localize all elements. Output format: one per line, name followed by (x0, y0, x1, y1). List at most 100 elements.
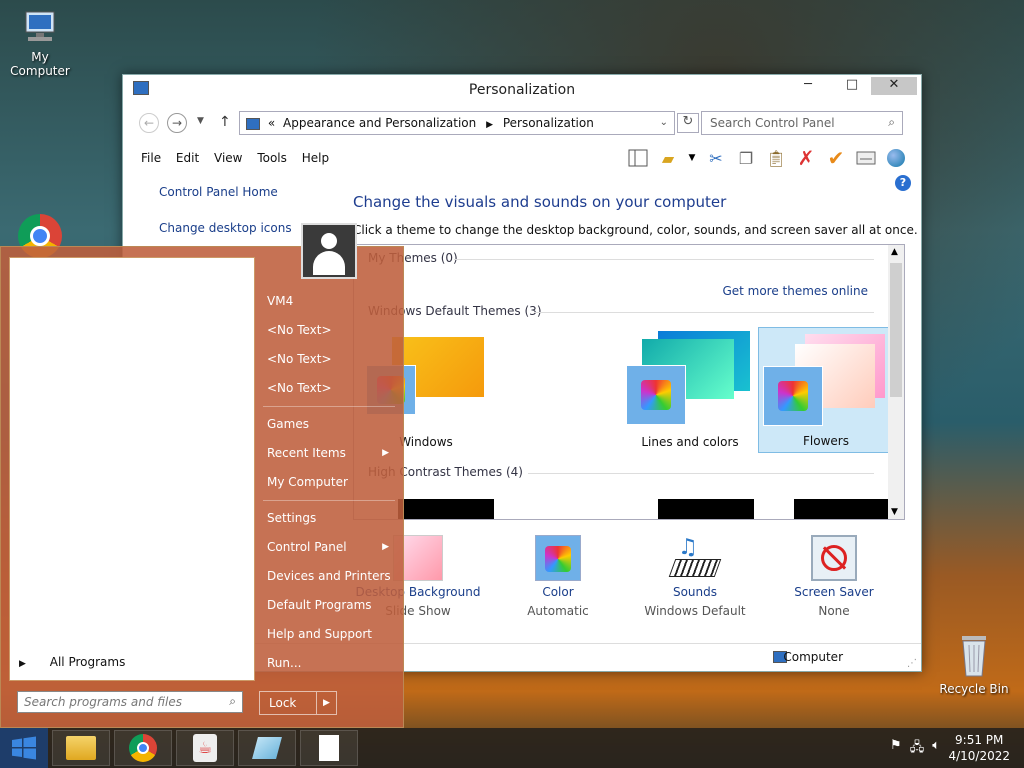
start-item-vm4[interactable]: VM4 (259, 287, 399, 316)
address-bar[interactable]: « Appearance and Personalization ▶ Perso… (239, 111, 675, 135)
start-item-control-panel[interactable]: Control Panel ▶ (259, 533, 399, 562)
status-text: Computer (783, 650, 843, 664)
user-icon-body (313, 251, 345, 275)
lock-options-arrow-icon[interactable]: ▶ (316, 692, 336, 714)
taskbar-chrome[interactable] (114, 730, 172, 766)
back-button[interactable]: ← (139, 113, 159, 133)
taskbar-file-explorer[interactable] (52, 730, 110, 766)
start-item-devices-and-printers[interactable]: Devices and Printers (259, 562, 399, 591)
chevron-down-icon[interactable]: ▼ (687, 147, 697, 169)
computer-icon (18, 8, 62, 48)
theme-list[interactable]: My Themes (0) Get more themes online Win… (353, 244, 905, 520)
minimize-button[interactable]: ─ (795, 77, 821, 95)
up-button[interactable]: ↑ (219, 114, 231, 130)
theme-label: Flowers (803, 434, 849, 448)
arrow-right-icon: ▶ (19, 659, 26, 669)
start-item-my-computer[interactable]: My Computer (259, 468, 399, 497)
theme-label: Lines and colors (641, 435, 739, 449)
search-icon: ⌕ (888, 115, 895, 129)
delete-icon[interactable]: ✗ (795, 146, 817, 170)
taskbar-java[interactable]: ☕︎ (176, 730, 234, 766)
start-item-games[interactable]: Games (259, 410, 399, 439)
properties-icon[interactable] (855, 147, 877, 169)
address-row: ← → ▼ ↑ « Appearance and Personalization… (135, 111, 909, 137)
arrow-right-icon: ▶ (382, 448, 389, 458)
copy-icon[interactable]: ❐ (735, 147, 757, 169)
resize-grip-icon[interactable]: ⋰ (907, 658, 917, 669)
screen-saver-item[interactable]: Screen Saver None (769, 535, 899, 618)
divider (263, 500, 395, 501)
theme-high-contrast-1[interactable] (398, 499, 494, 519)
screen-saver-value: None (818, 604, 850, 618)
link-control-panel-home[interactable]: Control Panel Home (159, 185, 292, 199)
network-icon[interactable]: 🖧︎ (910, 738, 925, 760)
recent-dropdown-icon[interactable]: ▼ (197, 116, 204, 126)
search-input[interactable]: Search Control Panel ⌕ (701, 111, 903, 135)
start-item-no-text-3[interactable]: <No Text> (259, 374, 399, 403)
theme-flowers[interactable]: Flowers (758, 327, 894, 453)
help-icon[interactable]: ? (895, 175, 911, 191)
globe-icon[interactable] (885, 147, 907, 169)
start-item-help-and-support[interactable]: Help and Support (259, 620, 399, 649)
clock-time: 9:51 PM (955, 733, 1004, 747)
refresh-button[interactable]: ↻ (677, 113, 699, 133)
maximize-button[interactable]: □ (839, 77, 865, 95)
theme-lines-and-colors[interactable]: Lines and colors (622, 327, 758, 453)
theme-high-contrast-3[interactable] (794, 499, 890, 519)
taskbar-app[interactable] (238, 730, 296, 766)
clock[interactable]: 9:51 PM 4/10/2022 (948, 732, 1010, 764)
divider (454, 259, 874, 260)
start-item-no-text-2[interactable]: <No Text> (259, 345, 399, 374)
customization-bar: Desktop Background Slide Show Color Auto… (353, 535, 913, 631)
menu-file[interactable]: File (141, 151, 161, 165)
menu-bar: File Edit View Tools Help ▰ ▼ ✂ ❐ 📋︎ ✗ ✔ (133, 145, 911, 171)
checkmark-icon[interactable]: ✔ (825, 146, 847, 170)
color-palette-icon (535, 535, 581, 581)
taskbar-document[interactable] (300, 730, 358, 766)
layout-pane-icon[interactable] (627, 147, 649, 169)
link-change-desktop-icons[interactable]: Change desktop icons (159, 221, 292, 235)
sounds-item[interactable]: ♫ Sounds Windows Default (630, 535, 760, 618)
scrollbar[interactable]: ▲ ▼ (888, 245, 904, 519)
arrow-right-icon: ▶ (382, 542, 389, 552)
all-programs-item[interactable]: ▶ All Programs (19, 655, 125, 669)
menu-edit[interactable]: Edit (176, 151, 199, 165)
scrollbar-thumb[interactable] (890, 263, 902, 397)
volume-muted-icon[interactable]: 🔈︎ (932, 738, 940, 760)
chrome-icon (129, 734, 157, 762)
start-item-no-text-1[interactable]: <No Text> (259, 316, 399, 345)
link-get-more-themes[interactable]: Get more themes online (722, 284, 868, 298)
color-item[interactable]: Color Automatic (493, 535, 623, 618)
start-search-input[interactable]: Search programs and files ⌕ (17, 691, 243, 713)
start-item-default-programs[interactable]: Default Programs (259, 591, 399, 620)
start-item-recent-items[interactable]: Recent Items ▶ (259, 439, 399, 468)
user-avatar[interactable] (301, 223, 357, 279)
forward-button[interactable]: → (167, 113, 187, 133)
menu-tools[interactable]: Tools (257, 151, 287, 165)
start-menu: ▶ All Programs Search programs and files… (0, 223, 404, 728)
title-bar: Personalization ─ □ ✕ (123, 75, 921, 105)
close-button[interactable]: ✕ (871, 77, 917, 95)
start-item-settings[interactable]: Settings (259, 504, 399, 533)
breadcrumb-appearance[interactable]: Appearance and Personalization (283, 116, 476, 130)
start-button[interactable] (0, 728, 48, 768)
folder-options-icon[interactable]: ▰ (657, 147, 679, 169)
color-value: Automatic (527, 604, 589, 618)
start-item-label: Run... (267, 656, 302, 670)
theme-high-contrast-2[interactable] (658, 499, 754, 519)
action-center-flag-icon[interactable]: ⚑ (890, 738, 902, 760)
address-prefix[interactable]: « (268, 116, 275, 130)
desktop-icon-recycle-bin[interactable]: Recycle Bin (934, 630, 1014, 696)
menu-view[interactable]: View (214, 151, 242, 165)
menu-help[interactable]: Help (302, 151, 329, 165)
lock-button[interactable]: Lock ▶ (259, 691, 337, 715)
scroll-up-icon[interactable]: ▲ (891, 247, 898, 257)
scroll-down-icon[interactable]: ▼ (891, 507, 898, 517)
start-item-run[interactable]: Run... (259, 649, 399, 678)
breadcrumb-personalization[interactable]: Personalization (503, 116, 594, 130)
desktop-icon-my-computer[interactable]: My Computer (0, 8, 80, 78)
palette-icon (763, 366, 823, 426)
address-dropdown-icon[interactable]: ⌄ (660, 117, 668, 128)
cut-icon[interactable]: ✂ (705, 147, 727, 169)
paste-icon[interactable]: 📋︎ (765, 147, 787, 169)
